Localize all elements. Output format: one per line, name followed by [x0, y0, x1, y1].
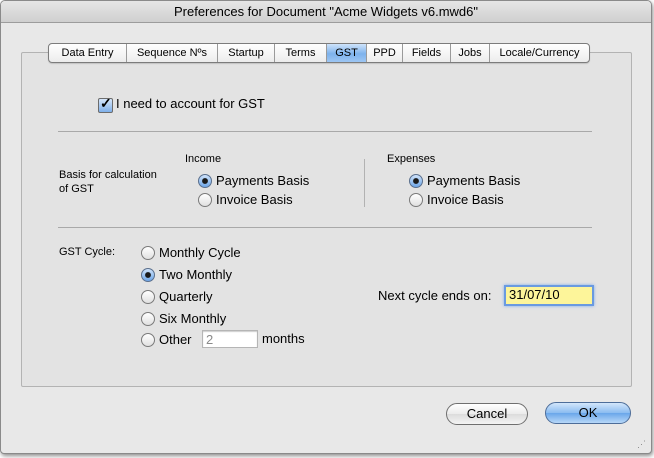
income-heading: Income	[185, 153, 222, 165]
expenses-payments-label: Payments Basis	[427, 173, 521, 188]
income-invoice-radio[interactable]	[198, 193, 212, 207]
next-cycle-date-field[interactable]: 31/07/10	[504, 285, 594, 306]
cycle-quarterly-label: Quarterly	[159, 289, 213, 304]
preferences-tabs: Data Entry Sequence Nºs Startup Terms GS…	[48, 43, 590, 63]
tab-fields[interactable]: Fields	[403, 44, 451, 62]
window-title: Preferences for Document "Acme Widgets v…	[1, 1, 651, 23]
gst-cycle-label: GST Cycle:	[59, 246, 116, 258]
tab-gst[interactable]: GST	[327, 44, 367, 62]
expenses-heading: Expenses	[387, 153, 436, 165]
cycle-two-monthly-radio[interactable]	[141, 268, 155, 282]
cycle-quarterly-radio[interactable]	[141, 290, 155, 304]
account-gst-label: I need to account for GST	[116, 96, 265, 111]
cycle-six-monthly-label: Six Monthly	[159, 311, 227, 326]
cycle-other-label: Other	[159, 332, 192, 347]
tab-sequence-numbers[interactable]: Sequence Nºs	[127, 44, 218, 62]
divider	[58, 227, 592, 228]
tab-startup[interactable]: Startup	[218, 44, 275, 62]
expenses-invoice-radio[interactable]	[409, 193, 423, 207]
divider	[58, 131, 592, 132]
months-label: months	[262, 331, 305, 346]
tab-terms[interactable]: Terms	[275, 44, 327, 62]
income-invoice-label: Invoice Basis	[216, 192, 293, 207]
ok-button[interactable]: OK	[545, 402, 631, 424]
income-payments-label: Payments Basis	[216, 173, 310, 188]
divider	[364, 159, 365, 207]
gst-panel: ✓ I need to account for GST Basis for ca…	[21, 52, 632, 387]
cancel-button[interactable]: Cancel	[446, 403, 528, 425]
tab-ppd[interactable]: PPD	[367, 44, 403, 62]
tab-data-entry[interactable]: Data Entry	[49, 44, 127, 62]
basis-label: Basis for calculation of GST	[59, 169, 157, 195]
expenses-payments-radio[interactable]	[409, 174, 423, 188]
cycle-monthly-radio[interactable]	[141, 246, 155, 260]
tab-locale-currency[interactable]: Locale/Currency	[490, 44, 589, 62]
cycle-other-radio[interactable]	[141, 333, 155, 347]
cycle-two-monthly-label: Two Monthly	[159, 267, 232, 282]
cycle-six-monthly-radio[interactable]	[141, 312, 155, 326]
next-cycle-label: Next cycle ends on:	[378, 288, 492, 303]
resize-grip-icon[interactable]: ⋰	[637, 439, 647, 449]
cycle-monthly-label: Monthly Cycle	[159, 245, 241, 260]
preferences-window: Preferences for Document "Acme Widgets v…	[0, 0, 652, 454]
checkmark-icon: ✓	[100, 95, 112, 111]
income-payments-radio[interactable]	[198, 174, 212, 188]
account-gst-checkbox[interactable]: ✓	[98, 95, 113, 113]
tab-jobs[interactable]: Jobs	[451, 44, 490, 62]
expenses-invoice-label: Invoice Basis	[427, 192, 504, 207]
other-months-field[interactable]: 2	[202, 330, 258, 348]
